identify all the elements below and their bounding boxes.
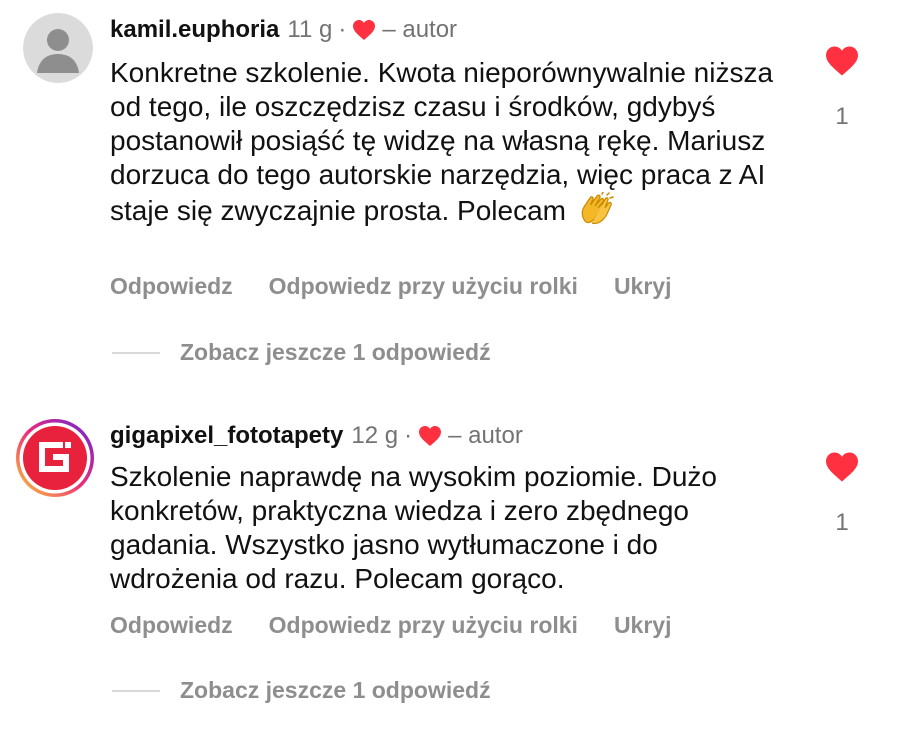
separator-dot: · — [404, 422, 413, 449]
timestamp: 12 g — [351, 422, 399, 449]
view-replies-button[interactable]: Zobacz jeszcze 1 odpowiedź — [112, 339, 491, 366]
username[interactable]: gigapixel_fototapety — [110, 422, 343, 450]
timestamp: 11 g — [287, 16, 333, 43]
comment-text-block: Konkretne szkolenie. Kwota nieporównywal… — [110, 56, 790, 228]
comment-actions: Odpowiedz Odpowiedz przy użyciu rolki Uk… — [110, 273, 707, 300]
view-replies-button[interactable]: Zobacz jeszcze 1 odpowiedź — [112, 677, 491, 704]
avatar[interactable] — [23, 13, 93, 83]
heart-icon[interactable] — [824, 45, 860, 77]
hide-button[interactable]: Ukryj — [614, 612, 672, 639]
author-liked-heart-icon — [419, 426, 442, 446]
comment-actions: Odpowiedz Odpowiedz przy użyciu rolki Uk… — [110, 612, 707, 639]
author-liked-heart-icon — [353, 20, 376, 40]
reply-button[interactable]: Odpowiedz — [110, 612, 233, 639]
view-replies-label: Zobacz jeszcze 1 odpowiedź — [180, 677, 491, 703]
comment-text: Szkolenie naprawdę na wysokim poziomie. … — [110, 461, 717, 594]
separator-dot: · — [338, 16, 347, 43]
reply-with-reel-button[interactable]: Odpowiedz przy użyciu rolki — [269, 612, 578, 639]
heart-icon[interactable] — [824, 451, 860, 483]
username[interactable]: kamil.euphoria — [110, 16, 279, 44]
like-count: 1 — [835, 103, 849, 130]
comment-header: gigapixel_fototapety 12 g · – autor — [110, 422, 523, 450]
clapping-hands-icon — [581, 192, 614, 225]
default-profile-icon — [23, 13, 93, 83]
comment-text-block: Szkolenie naprawdę na wysokim poziomie. … — [110, 460, 790, 596]
view-replies-label: Zobacz jeszcze 1 odpowiedź — [180, 339, 491, 365]
avatar[interactable] — [15, 418, 95, 498]
gigapixel-logo-icon — [16, 419, 94, 497]
comment-header: kamil.euphoria 11 g · – autor — [110, 16, 457, 44]
hide-button[interactable]: Ukryj — [614, 273, 672, 300]
comment-text: Konkretne szkolenie. Kwota nieporównywal… — [110, 57, 774, 226]
like-count: 1 — [835, 509, 849, 536]
like-control[interactable]: 1 — [822, 45, 862, 131]
author-label: – autor — [382, 16, 458, 43]
reply-button[interactable]: Odpowiedz — [110, 273, 233, 300]
author-label: – autor — [448, 422, 523, 449]
like-control[interactable]: 1 — [822, 451, 862, 537]
replies-divider — [112, 689, 160, 692]
replies-divider — [112, 351, 160, 354]
reply-with-reel-button[interactable]: Odpowiedz przy użyciu rolki — [269, 273, 578, 300]
